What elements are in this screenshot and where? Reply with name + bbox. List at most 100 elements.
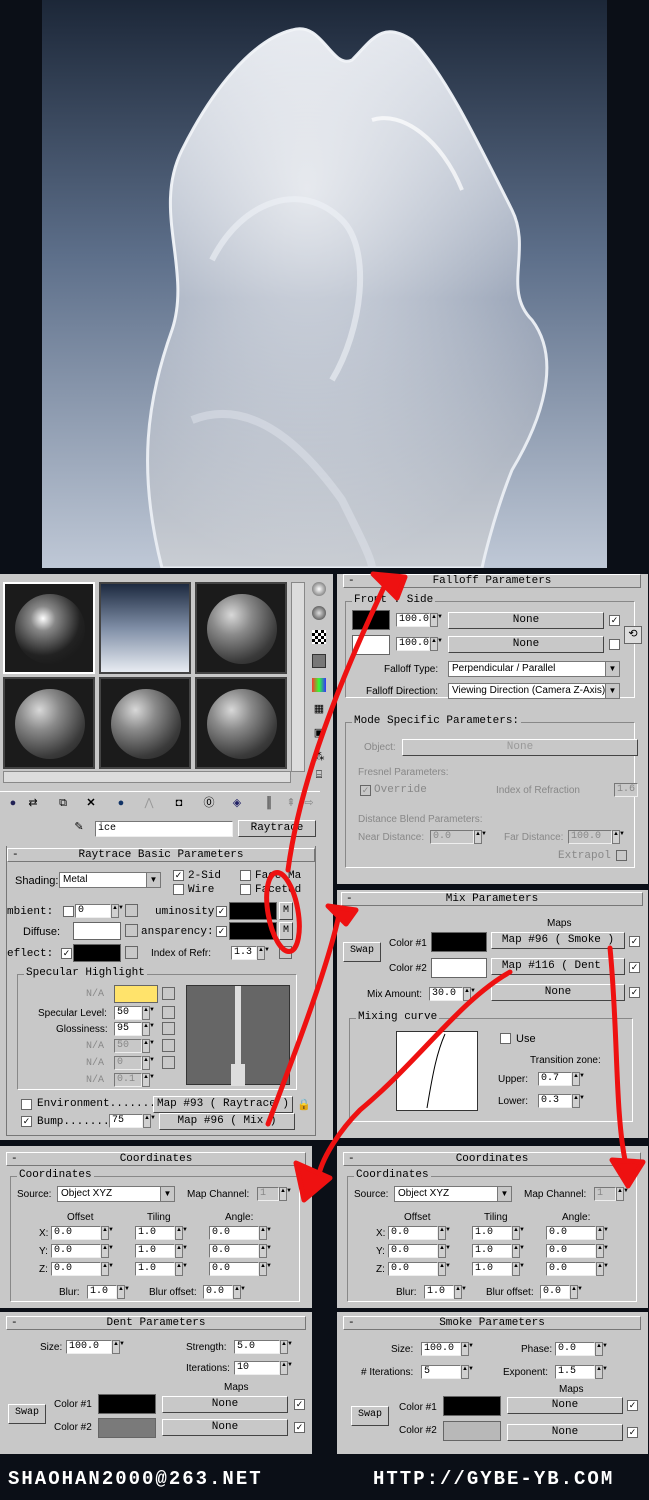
coords-right-offset-x[interactable]: 0.0 (388, 1226, 438, 1240)
coords-right-blur-field[interactable]: 1.0 (424, 1285, 454, 1299)
extrapolate-checkbox[interactable] (616, 850, 627, 861)
mix-map2-checkbox[interactable]: ✓ (629, 962, 640, 973)
coords-left-tiling-x-spinner[interactable]: ▲▼ (175, 1226, 188, 1240)
cube-icon[interactable] (312, 654, 326, 668)
effects-channel-icon[interactable]: ⓪ (202, 796, 216, 810)
front-color[interactable] (352, 610, 390, 630)
coords-left-channel-spinner[interactable]: ▲▼ (279, 1187, 292, 1201)
close-icon[interactable]: ✕ (84, 796, 98, 810)
environment-checkbox[interactable] (21, 1099, 32, 1110)
coords-left-offset-z-spinner[interactable]: ▲▼ (101, 1262, 114, 1276)
specular-level-field[interactable]: 50 (114, 1006, 142, 1020)
coords-left-offset-x[interactable]: 0.0 (51, 1226, 101, 1240)
mix-map1-checkbox[interactable]: ✓ (629, 936, 640, 947)
coords-left-tiling-y[interactable]: 1.0 (135, 1244, 175, 1258)
lower-field[interactable]: 0.3 (538, 1094, 572, 1108)
mix-map1-button[interactable]: Map #96 ( Smoke ) (491, 932, 625, 949)
ambient-checkbox[interactable] (63, 906, 74, 917)
two-sided-checkbox[interactable]: ✓ (173, 870, 184, 881)
coords-left-blur-offset-field[interactable]: 0.0 (203, 1285, 233, 1299)
wire-checkbox[interactable] (173, 884, 184, 895)
coords-left-blur-offset-spinner[interactable]: ▲▼ (233, 1285, 246, 1299)
smoke-map1-checkbox[interactable]: ✓ (627, 1400, 638, 1411)
glossiness-map-box[interactable] (162, 1022, 175, 1035)
coords-left-tiling-z-spinner[interactable]: ▲▼ (175, 1262, 188, 1276)
coords-left-angle-y[interactable]: 0.0 (209, 1244, 259, 1258)
navigator-icon[interactable]: ⌸ (312, 768, 326, 782)
luminosity-color[interactable] (229, 902, 277, 920)
smoke-phase-field[interactable]: 0.0 (555, 1342, 595, 1356)
video-icon[interactable]: ▦ (312, 702, 326, 716)
transparency-color[interactable] (229, 922, 277, 940)
material-slot-4[interactable] (3, 677, 95, 769)
dent-color1-swatch[interactable] (98, 1394, 156, 1414)
coords-right-angle-y-spinner[interactable]: ▲▼ (596, 1244, 609, 1258)
dent-swap-button[interactable]: Swap (8, 1404, 46, 1424)
slots-hscrollbar[interactable] (3, 771, 291, 783)
mix-map2-button[interactable]: Map #116 ( Dent ) (491, 958, 625, 975)
dent-strength-spinner[interactable]: ▲▼ (280, 1340, 293, 1354)
bump-amount-field[interactable]: 75 (109, 1114, 143, 1128)
mix-amount-map-button[interactable]: None (491, 984, 625, 1001)
coords-right-angle-z-spinner[interactable]: ▲▼ (596, 1262, 609, 1276)
coords-right-blur-offset-spinner[interactable]: ▲▼ (570, 1285, 583, 1299)
smoke-map2-button[interactable]: None (507, 1424, 623, 1441)
coords-left-offset-z[interactable]: 0.0 (51, 1262, 101, 1276)
go-sibling-icon[interactable]: ⇨ (302, 796, 316, 810)
coords-left-angle-x[interactable]: 0.0 (209, 1226, 259, 1240)
smoke-color2-swatch[interactable] (443, 1421, 501, 1441)
smoke-iterations-field[interactable]: 5 (421, 1365, 461, 1379)
coords-right-offset-y-spinner[interactable]: ▲▼ (438, 1244, 451, 1258)
checker-icon[interactable] (312, 630, 326, 644)
falloff-type-select[interactable]: Perpendicular / Parallel ▼ (448, 661, 620, 677)
coords-left-source-select[interactable]: Object XYZ ▼ (57, 1186, 175, 1202)
dent-color2-swatch[interactable] (98, 1418, 156, 1438)
front-amount-field[interactable]: 100.0 (396, 613, 430, 627)
mix-rollout-header[interactable]: - Mix Parameters (341, 892, 643, 906)
coords-right-offset-y[interactable]: 0.0 (388, 1244, 438, 1258)
coords-right-angle-x-spinner[interactable]: ▲▼ (596, 1226, 609, 1240)
lock-icon[interactable]: 🔒 (297, 1098, 311, 1112)
swatch-icon[interactable] (312, 678, 326, 692)
diffuse-color[interactable] (73, 922, 121, 940)
ior-spinner[interactable]: ▲▼ (257, 946, 270, 960)
override-checkbox[interactable]: ✓ (360, 785, 371, 796)
smoke-swap-button[interactable]: Swap (351, 1406, 389, 1426)
smoke-map1-button[interactable]: None (507, 1397, 623, 1414)
coords-left-angle-y-spinner[interactable]: ▲▼ (259, 1244, 272, 1258)
mix-swap-button[interactable]: Swap (343, 942, 381, 962)
smoke-size-field[interactable]: 100.0 (421, 1342, 461, 1356)
specular-level-map-box[interactable] (162, 1006, 175, 1019)
material-name-field[interactable]: ice (95, 821, 233, 837)
coords-right-angle-x[interactable]: 0.0 (546, 1226, 596, 1240)
coords-right-angle-y[interactable]: 0.0 (546, 1244, 596, 1258)
luminosity-map-button[interactable]: M (279, 902, 293, 920)
material-type-button[interactable]: Raytrace (238, 820, 316, 837)
put-to-scene-icon[interactable]: ⇄ (26, 796, 40, 810)
transparency-map-button[interactable]: M (279, 922, 293, 940)
bump-amount-spinner[interactable]: ▲▼ (143, 1114, 156, 1128)
options-icon[interactable]: ▣ (312, 726, 326, 740)
material-slot-5[interactable] (99, 677, 191, 769)
material-slot-6[interactable] (195, 677, 287, 769)
bump-map-button[interactable]: Map #96 ( Mix ) (159, 1113, 295, 1130)
dent-size-field[interactable]: 100.0 (66, 1340, 112, 1354)
specular-level-spinner[interactable]: ▲▼ (142, 1006, 155, 1020)
side-map-checkbox[interactable] (609, 639, 620, 650)
smoke-phase-spinner[interactable]: ▲▼ (595, 1342, 608, 1356)
material-slot-3[interactable] (195, 582, 287, 674)
coords-left-channel-field[interactable]: 1 (257, 1187, 279, 1201)
upper-field[interactable]: 0.7 (538, 1072, 572, 1086)
smoke-size-spinner[interactable]: ▲▼ (461, 1342, 474, 1356)
mix-color2-swatch[interactable] (431, 958, 487, 978)
diffuse-map-box[interactable] (125, 924, 138, 937)
material-slot-1[interactable] (3, 582, 95, 674)
library-icon[interactable]: ◘ (172, 796, 186, 810)
coords-left-angle-z[interactable]: 0.0 (209, 1262, 259, 1276)
dent-iterations-field[interactable]: 10 (234, 1361, 280, 1375)
smoke-color1-swatch[interactable] (443, 1396, 501, 1416)
coords-right-channel-spinner[interactable]: ▲▼ (616, 1187, 629, 1201)
far-distance-spinner[interactable]: ▲▼ (612, 830, 625, 844)
luminosity-checkbox[interactable]: ✓ (216, 906, 227, 917)
coords-left-blur-field[interactable]: 1.0 (87, 1285, 117, 1299)
